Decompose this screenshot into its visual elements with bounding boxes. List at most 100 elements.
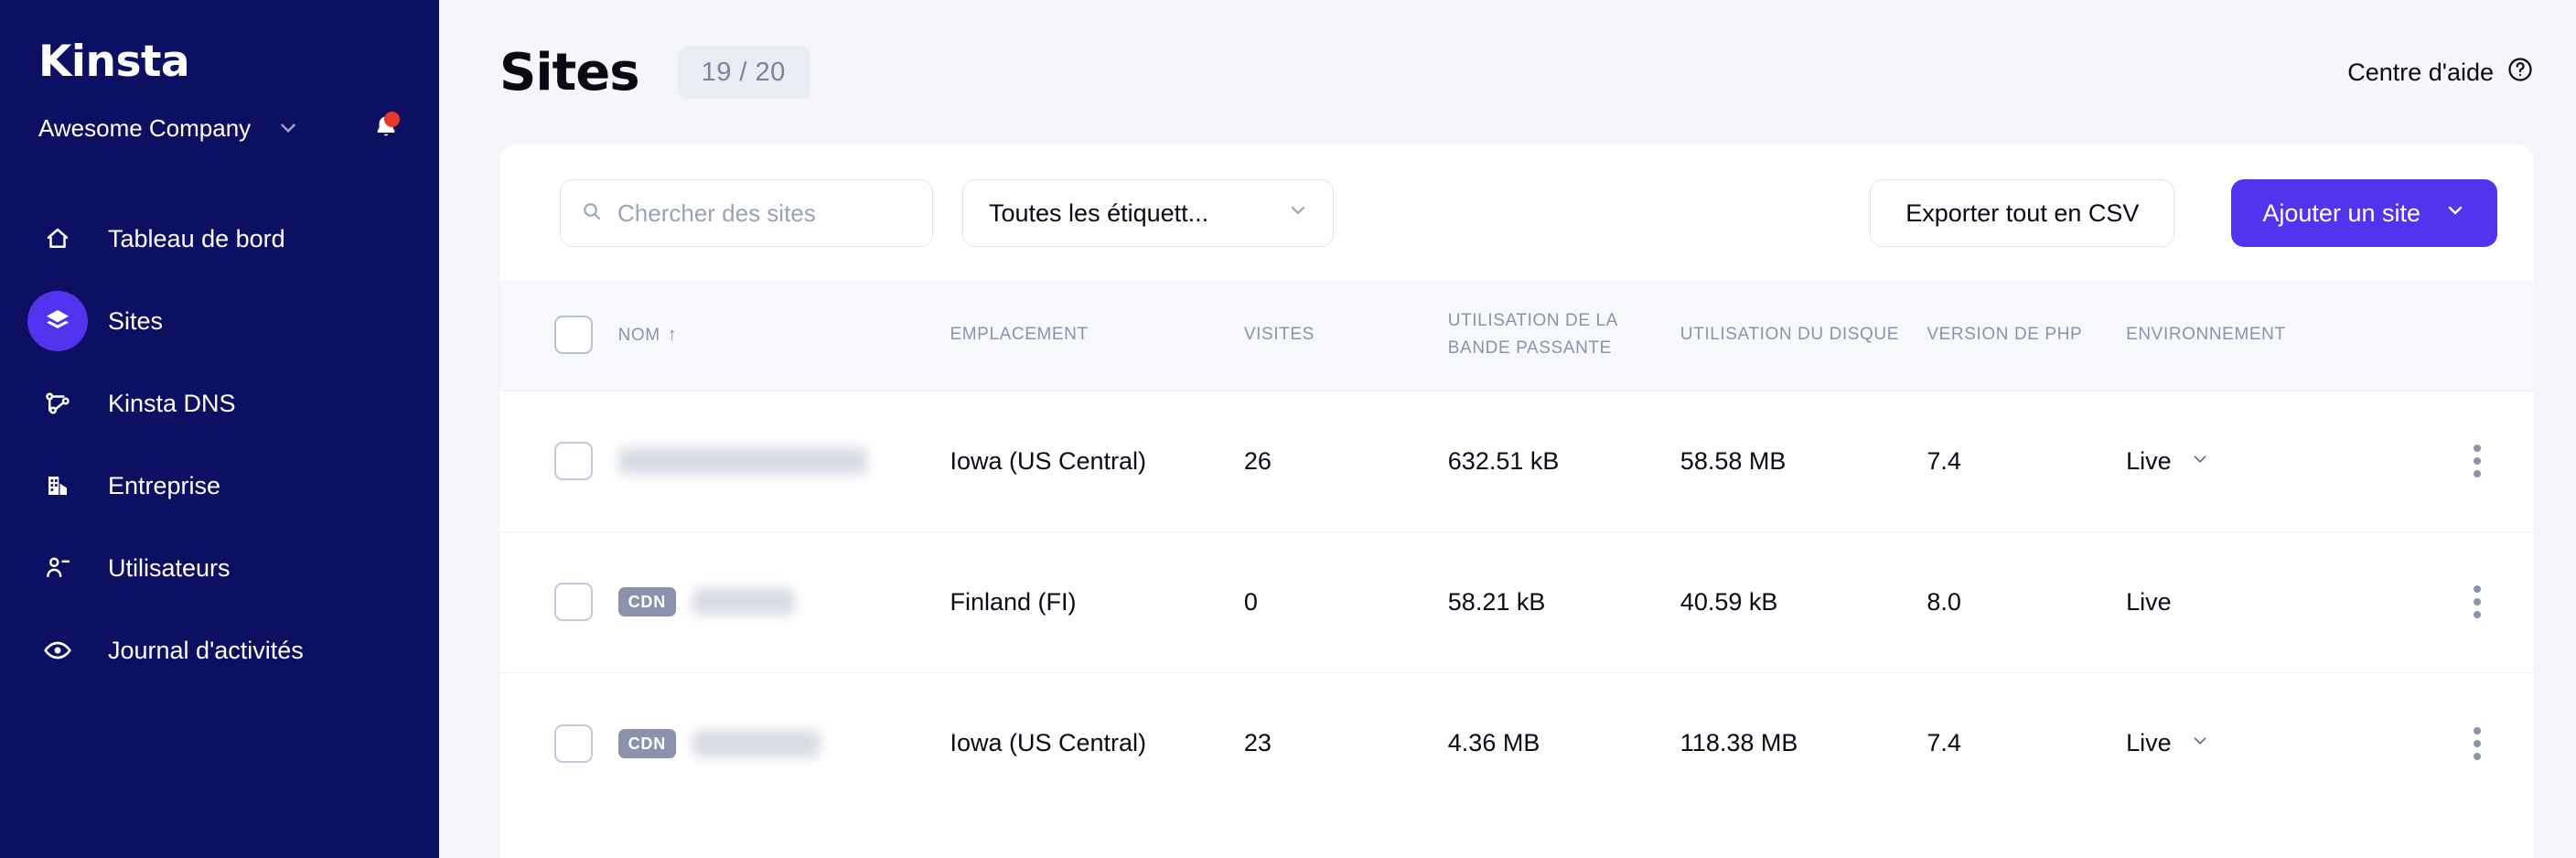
search-input[interactable] bbox=[617, 198, 912, 228]
sidebar-item-tableau-de-bord[interactable]: Tableau de bord bbox=[0, 198, 439, 280]
site-name-wrapper: CDN bbox=[617, 728, 950, 758]
sidebar-item-journal-dactivites[interactable]: Journal d'activités bbox=[0, 609, 439, 692]
row-actions-cell bbox=[2420, 531, 2534, 673]
column-header-environment[interactable]: ENVIRONNEMENT bbox=[2126, 280, 2420, 391]
row-checkbox[interactable] bbox=[554, 583, 593, 622]
site-bandwidth: 58.21 kB bbox=[1447, 531, 1680, 673]
help-center-label: Centre d'aide bbox=[2347, 58, 2494, 86]
site-name-redacted bbox=[617, 447, 867, 476]
site-visits: 26 bbox=[1243, 390, 1448, 532]
site-name-redacted bbox=[692, 729, 821, 757]
cdn-badge: CDN bbox=[617, 728, 676, 758]
brand-wordmark: Kinsta bbox=[38, 36, 190, 87]
table-head: NOM ↑ EMPLACEMENT VISITES UTILISATION DE … bbox=[499, 280, 2534, 391]
sidebar-item-kinsta-dns[interactable]: Kinsta DNS bbox=[0, 362, 439, 445]
site-environment-cell: Live bbox=[2126, 671, 2420, 814]
site-bandwidth: 4.36 MB bbox=[1447, 671, 1680, 814]
column-header-bandwidth[interactable]: UTILISATION DE LA BANDE PASSANTE bbox=[1448, 280, 1680, 391]
sites-count-badge: 19 / 20 bbox=[677, 46, 810, 99]
select-all-header bbox=[499, 280, 618, 391]
table-row[interactable]: Iowa (US Central) 26 632.51 kB 58.58 MB … bbox=[499, 390, 2534, 532]
notifications-button[interactable] bbox=[371, 110, 401, 146]
row-checkbox[interactable] bbox=[554, 442, 593, 481]
sidebar-item-utilisateurs[interactable]: Utilisateurs bbox=[0, 527, 439, 609]
sidebar-item-label: Utilisateurs bbox=[108, 553, 231, 582]
dns-icon bbox=[27, 373, 88, 434]
help-center-link[interactable]: Centre d'aide bbox=[2347, 56, 2534, 90]
tag-filter-select[interactable]: Toutes les étiquett... bbox=[962, 179, 1334, 247]
row-checkbox[interactable] bbox=[554, 724, 593, 763]
select-all-checkbox[interactable] bbox=[554, 316, 593, 355]
column-header-disk[interactable]: UTILISATION DU DISQUE bbox=[1680, 280, 1927, 391]
page-title: Sites bbox=[499, 42, 640, 102]
row-select-cell bbox=[499, 531, 618, 673]
table-body: Iowa (US Central) 26 632.51 kB 58.58 MB … bbox=[499, 390, 2534, 814]
sites-toolbar: Toutes les étiquett... Exporter tout en … bbox=[499, 145, 2534, 280]
sidebar-item-label: Tableau de bord bbox=[108, 224, 285, 252]
site-location: Finland (FI) bbox=[950, 531, 1244, 673]
arrow-up-icon: ↑ bbox=[667, 325, 678, 346]
sidebar-item-entreprise[interactable]: Entreprise bbox=[0, 445, 439, 527]
row-actions-cell bbox=[2420, 671, 2534, 814]
organization-name: Awesome Company bbox=[38, 113, 252, 142]
chevron-down-icon[interactable] bbox=[2190, 447, 2210, 476]
site-php-version: 7.4 bbox=[1927, 390, 2127, 532]
row-select-cell bbox=[499, 671, 618, 814]
environment-selector[interactable]: Live bbox=[2126, 588, 2420, 617]
brand-logo[interactable]: Kinsta bbox=[0, 29, 439, 93]
chevron-down-icon[interactable] bbox=[2190, 729, 2210, 757]
column-header-visits[interactable]: VISITES bbox=[1244, 280, 1448, 391]
site-name-redacted bbox=[692, 588, 795, 617]
user-minus-icon bbox=[27, 538, 88, 598]
site-name-wrapper: CDN bbox=[617, 587, 950, 617]
building-icon bbox=[27, 456, 88, 516]
sidebar: Kinsta Awesome Company Tableau de bord S… bbox=[0, 0, 439, 858]
table-row[interactable]: CDN Iowa (US Central) 23 4.36 MB 118.38 … bbox=[499, 671, 2534, 814]
site-name-cell: CDN bbox=[617, 671, 950, 814]
search-icon bbox=[581, 200, 603, 227]
tag-filter-label: Toutes les étiquett... bbox=[989, 198, 1209, 227]
table-row[interactable]: CDN Finland (FI) 0 58.21 kB 40.59 kB 8.0… bbox=[499, 531, 2534, 673]
kebab-menu-icon[interactable] bbox=[2420, 726, 2534, 760]
search-box[interactable] bbox=[560, 179, 933, 247]
add-site-label: Ajouter un site bbox=[2262, 198, 2420, 227]
table-header-row: NOM ↑ EMPLACEMENT VISITES UTILISATION DE … bbox=[499, 280, 2534, 391]
organization-switcher[interactable]: Awesome Company bbox=[0, 102, 439, 154]
environment-label: Live bbox=[2126, 729, 2172, 757]
site-visits: 23 bbox=[1243, 671, 1448, 814]
sites-card: Toutes les étiquett... Exporter tout en … bbox=[499, 145, 2534, 858]
environment-selector[interactable]: Live bbox=[2126, 447, 2420, 476]
sidebar-nav: Tableau de bord Sites Kinsta DNS Entrepr… bbox=[0, 198, 439, 692]
kebab-menu-icon[interactable] bbox=[2420, 445, 2534, 478]
site-php-version: 8.0 bbox=[1927, 531, 2127, 673]
site-location: Iowa (US Central) bbox=[950, 671, 1244, 814]
chevron-down-icon[interactable] bbox=[276, 116, 300, 140]
layers-icon bbox=[27, 291, 88, 351]
sidebar-item-label: Journal d'activités bbox=[108, 636, 304, 664]
main-content: Sites 19 / 20 Centre d'aide Toute bbox=[439, 0, 2576, 858]
site-bandwidth: 632.51 kB bbox=[1447, 390, 1680, 532]
add-site-button[interactable]: Ajouter un site bbox=[2231, 179, 2497, 247]
site-disk-usage: 40.59 kB bbox=[1680, 531, 1927, 673]
row-actions-cell bbox=[2420, 390, 2534, 532]
site-name-wrapper bbox=[617, 447, 950, 476]
sidebar-item-sites[interactable]: Sites bbox=[0, 280, 439, 362]
chevron-down-icon bbox=[2444, 199, 2466, 228]
export-csv-button[interactable]: Exporter tout en CSV bbox=[1870, 179, 2175, 247]
environment-label: Live bbox=[2126, 587, 2172, 616]
column-header-actions bbox=[2420, 280, 2534, 391]
notification-badge-dot bbox=[384, 112, 400, 127]
eye-icon bbox=[27, 620, 88, 681]
cdn-badge: CDN bbox=[617, 587, 676, 617]
site-environment-cell: Live bbox=[2126, 531, 2420, 673]
page-header: Sites 19 / 20 Centre d'aide bbox=[439, 0, 2576, 145]
home-icon bbox=[27, 209, 88, 269]
sites-table: NOM ↑ EMPLACEMENT VISITES UTILISATION DE … bbox=[499, 280, 2534, 814]
site-environment-cell: Live bbox=[2126, 390, 2420, 532]
column-header-php[interactable]: VERSION DE PHP bbox=[1927, 280, 2126, 391]
column-header-location[interactable]: EMPLACEMENT bbox=[950, 280, 1243, 391]
row-select-cell bbox=[499, 390, 618, 532]
kebab-menu-icon[interactable] bbox=[2420, 585, 2534, 619]
environment-selector[interactable]: Live bbox=[2126, 729, 2420, 757]
column-header-name[interactable]: NOM ↑ bbox=[618, 280, 950, 391]
